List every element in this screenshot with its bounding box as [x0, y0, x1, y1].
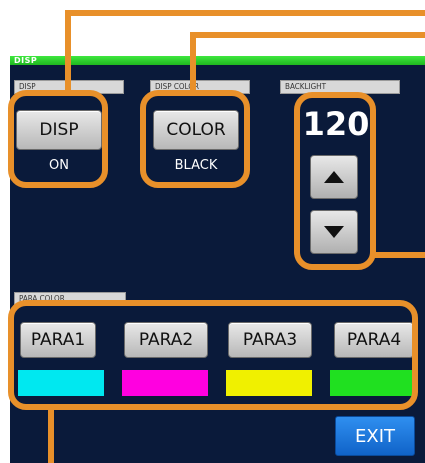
- brightness-callout: [294, 92, 376, 270]
- brightness-leader-horizontal: [374, 252, 425, 258]
- color-callout: [140, 90, 250, 188]
- color-leader-vertical: [190, 32, 196, 92]
- param-leader-vertical: [48, 408, 54, 463]
- param-color-callout: [8, 300, 418, 410]
- title-bar: DISP: [10, 56, 425, 65]
- title-bar-label: DISP: [14, 56, 38, 65]
- exit-button[interactable]: EXIT: [335, 416, 415, 456]
- disp-leader-horizontal: [65, 10, 425, 16]
- disp-callout: [8, 90, 108, 188]
- color-leader-horizontal: [190, 32, 425, 38]
- disp-leader-vertical: [65, 10, 71, 92]
